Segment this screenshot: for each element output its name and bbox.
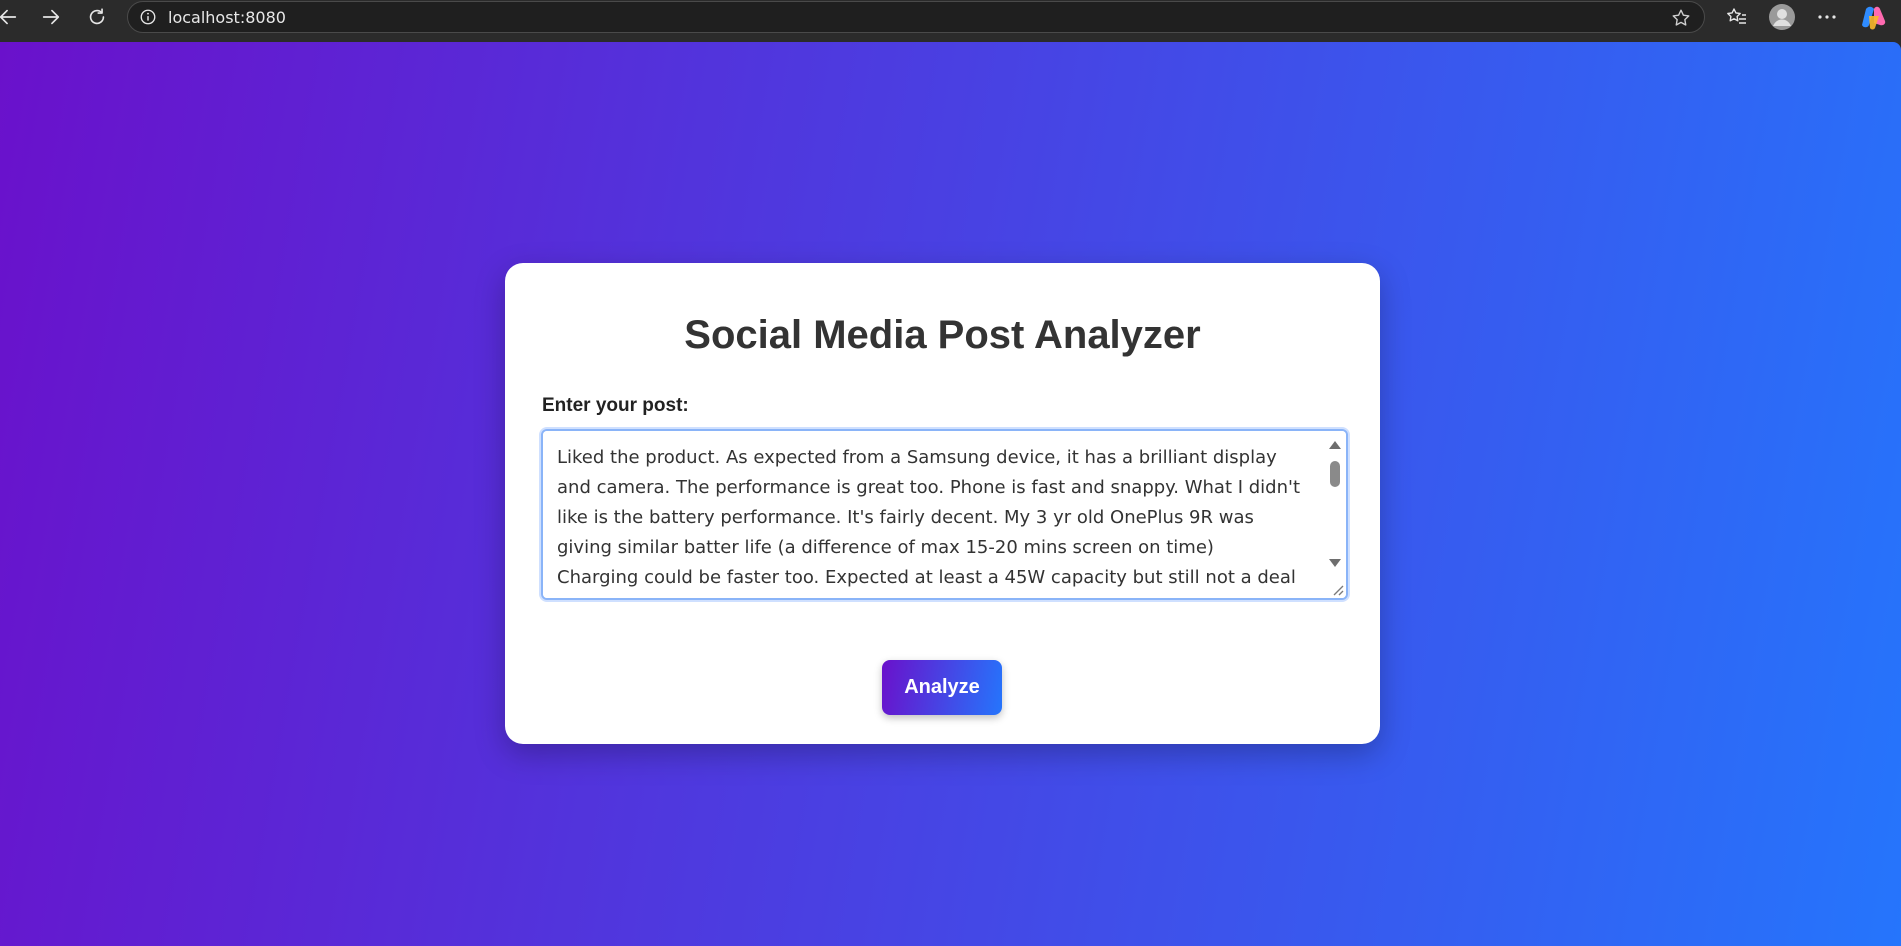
reload-button[interactable] xyxy=(77,0,117,34)
reload-icon xyxy=(89,8,105,25)
address-bar[interactable]: localhost:8080 xyxy=(127,1,1705,33)
back-button[interactable] xyxy=(0,0,28,34)
browser-toolbar: localhost:8080 xyxy=(0,0,1901,42)
analyze-button[interactable]: Analyze xyxy=(882,660,1002,715)
copilot-icon xyxy=(1862,6,1886,30)
copilot-button[interactable] xyxy=(1859,2,1889,32)
forward-arrow-icon xyxy=(42,9,60,25)
info-icon[interactable] xyxy=(138,7,158,27)
scroll-thumb[interactable] xyxy=(1330,461,1340,487)
scroll-up-arrow-icon[interactable] xyxy=(1329,441,1341,449)
textarea-scrollbar[interactable] xyxy=(1324,431,1346,598)
url-text[interactable]: localhost:8080 xyxy=(168,8,286,27)
post-textarea[interactable]: Liked the product. As expected from a Sa… xyxy=(543,431,1323,598)
favorites-icon xyxy=(1727,8,1746,24)
back-arrow-icon xyxy=(0,9,17,25)
page-viewport: Social Media Post Analyzer Enter your po… xyxy=(0,42,1901,946)
resize-grip-icon[interactable] xyxy=(1330,582,1344,596)
profile-avatar-icon xyxy=(1769,4,1795,30)
favorites-button[interactable] xyxy=(1722,2,1752,32)
star-icon[interactable] xyxy=(1670,7,1692,29)
analyzer-card: Social Media Post Analyzer Enter your po… xyxy=(505,263,1380,744)
post-input-label: Enter your post: xyxy=(542,395,689,416)
scroll-down-arrow-icon[interactable] xyxy=(1329,559,1341,567)
post-textarea-container: Liked the product. As expected from a Sa… xyxy=(541,429,1348,600)
page-title: Social Media Post Analyzer xyxy=(684,313,1201,357)
forward-button[interactable] xyxy=(31,0,71,34)
more-options-button[interactable] xyxy=(1812,2,1842,32)
more-options-icon xyxy=(1818,15,1836,19)
profile-button[interactable] xyxy=(1767,2,1797,32)
